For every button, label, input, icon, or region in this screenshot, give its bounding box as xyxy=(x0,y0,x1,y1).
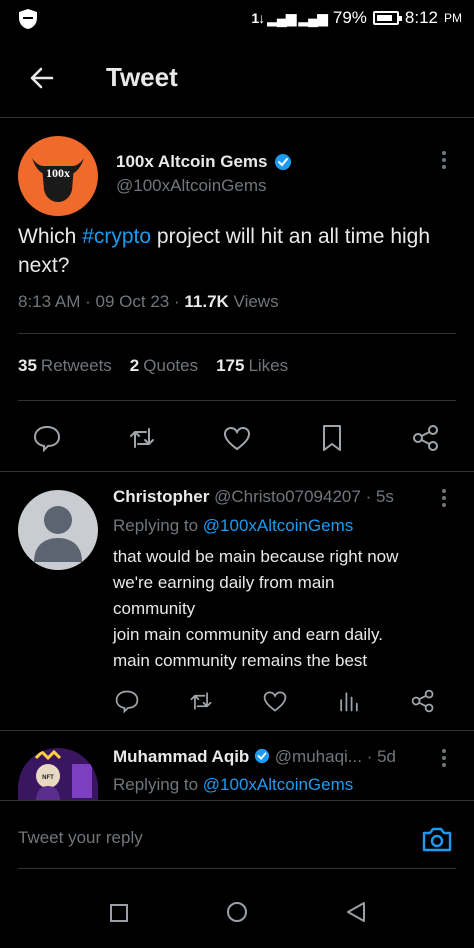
hashtag-link[interactable]: #crypto xyxy=(82,225,151,248)
system-nav-bar xyxy=(0,880,474,948)
meta-sep: · xyxy=(173,292,180,311)
page-title: Tweet xyxy=(106,62,178,92)
battery-icon xyxy=(372,11,402,25)
reply-text: that would be main because right now we'… xyxy=(113,544,453,674)
reply-author-handle[interactable]: @Christo07094207 xyxy=(214,487,361,506)
reply-line: that would be main because right now xyxy=(113,547,399,566)
views-chart-icon[interactable] xyxy=(336,688,362,714)
clock-ampm: PM xyxy=(444,11,462,25)
reply-header: Christopher @Christo07094207 · 5s xyxy=(113,487,394,507)
divider xyxy=(0,471,474,472)
tweet-text: Which #crypto project will hit an all ti… xyxy=(18,222,458,280)
reply-line: main community remains the best xyxy=(113,651,368,670)
likes-label: Likes xyxy=(248,356,289,375)
bookmark-icon[interactable] xyxy=(317,423,347,453)
tweet-meta: 8:13 AM · 09 Oct 23 · 11.7K Views xyxy=(18,292,279,312)
top-app-bar: Tweet xyxy=(0,40,474,116)
nft-avatar-icon: NFT xyxy=(18,748,98,800)
tweet-time: 8:13 AM xyxy=(18,292,81,311)
retweets-label: Retweets xyxy=(40,356,112,375)
quotes-stat[interactable]: 2 Quotes xyxy=(130,356,198,376)
reply-age: · 5s xyxy=(365,487,394,506)
divider xyxy=(0,800,474,801)
reply-author-name[interactable]: Christopher xyxy=(113,487,209,506)
recents-square-icon[interactable] xyxy=(108,902,130,924)
back-triangle-icon[interactable] xyxy=(344,900,368,924)
replying-prefix: Replying to xyxy=(113,775,203,794)
battery-percent: 79% xyxy=(332,8,367,27)
avatar-logo-text: 100x xyxy=(46,166,70,180)
replying-prefix: Replying to xyxy=(113,516,203,535)
author-avatar[interactable]: 100x xyxy=(18,136,98,216)
more-options-icon[interactable] xyxy=(434,486,454,510)
reply-author-name[interactable]: Muhammad Aqib xyxy=(113,747,249,766)
divider xyxy=(18,333,456,334)
divider xyxy=(18,400,456,401)
home-circle-icon[interactable] xyxy=(225,900,249,924)
replying-to: Replying to @100xAltcoinGems xyxy=(113,516,353,536)
reply-avatar-nft[interactable]: NFT xyxy=(18,748,98,800)
divider xyxy=(0,117,474,118)
retweet-icon[interactable] xyxy=(188,688,214,714)
reply-author-handle[interactable]: @muhaqi... xyxy=(275,747,362,766)
author-name[interactable]: 100x Altcoin Gems xyxy=(116,152,268,172)
clock: 8:12 xyxy=(404,8,438,27)
camera-icon[interactable] xyxy=(420,822,454,856)
verified-badge-icon xyxy=(254,748,270,764)
nft-avatar-text: NFT xyxy=(42,775,54,781)
reply-input[interactable]: Tweet your reply xyxy=(18,828,143,848)
verified-badge-icon xyxy=(274,154,291,170)
status-right: 1↓ ▂▄▆ ▂▄▆ 79% 8:12 PM xyxy=(251,8,462,28)
reply-actions xyxy=(0,688,474,718)
tweet-actions xyxy=(0,418,474,458)
share-icon[interactable] xyxy=(411,423,441,453)
author-handle[interactable]: @100xAltcoinGems xyxy=(116,176,267,196)
retweet-icon[interactable] xyxy=(127,423,157,453)
like-heart-icon[interactable] xyxy=(222,423,252,453)
signal-icon: 1↓ ▂▄▆ ▂▄▆ xyxy=(251,9,327,26)
author-name-row[interactable]: 100x Altcoin Gems xyxy=(116,152,292,172)
status-bar: 1↓ ▂▄▆ ▂▄▆ 79% 8:12 PM xyxy=(0,0,474,36)
tweet-text-before: Which xyxy=(18,225,83,248)
more-options-icon[interactable] xyxy=(434,746,454,770)
default-user-icon xyxy=(34,506,82,562)
reply-icon[interactable] xyxy=(114,688,140,714)
reply-header: Muhammad Aqib @muhaqi... · 5d xyxy=(113,747,396,767)
views-count: 11.7K xyxy=(184,292,229,311)
views-label: Views xyxy=(233,292,279,311)
reply-line: we're earning daily from main xyxy=(113,573,335,592)
likes-stat[interactable]: 175 Likes xyxy=(216,356,288,376)
reply-avatar-default[interactable] xyxy=(18,490,98,570)
quotes-label: Quotes xyxy=(143,356,199,375)
replying-to: Replying to @100xAltcoinGems xyxy=(113,775,353,795)
tweet-date: 09 Oct 23 xyxy=(95,292,170,311)
replying-to-link[interactable]: @100xAltcoinGems xyxy=(203,516,354,535)
reply-line: join main community and earn daily. xyxy=(113,625,383,644)
quotes-count: 2 xyxy=(129,356,140,375)
more-options-icon[interactable] xyxy=(434,148,454,172)
reply-line: community xyxy=(113,599,196,618)
shield-icon xyxy=(19,9,37,29)
like-heart-icon[interactable] xyxy=(262,688,288,714)
share-icon[interactable] xyxy=(410,688,436,714)
retweets-stat[interactable]: 35 Retweets xyxy=(18,356,112,376)
bull-logo-icon: 100x xyxy=(32,158,84,202)
divider xyxy=(18,868,456,869)
divider xyxy=(0,730,474,731)
tweet-stats: 35 Retweets 2 Quotes 175 Likes xyxy=(18,356,288,376)
reply-icon[interactable] xyxy=(32,423,62,453)
reply-age: · 5d xyxy=(366,747,397,766)
likes-count: 175 xyxy=(216,356,245,375)
replying-to-link[interactable]: @100xAltcoinGems xyxy=(203,775,354,794)
retweets-count: 35 xyxy=(18,356,37,375)
back-arrow-icon[interactable] xyxy=(26,62,58,94)
meta-sep: · xyxy=(85,292,91,311)
